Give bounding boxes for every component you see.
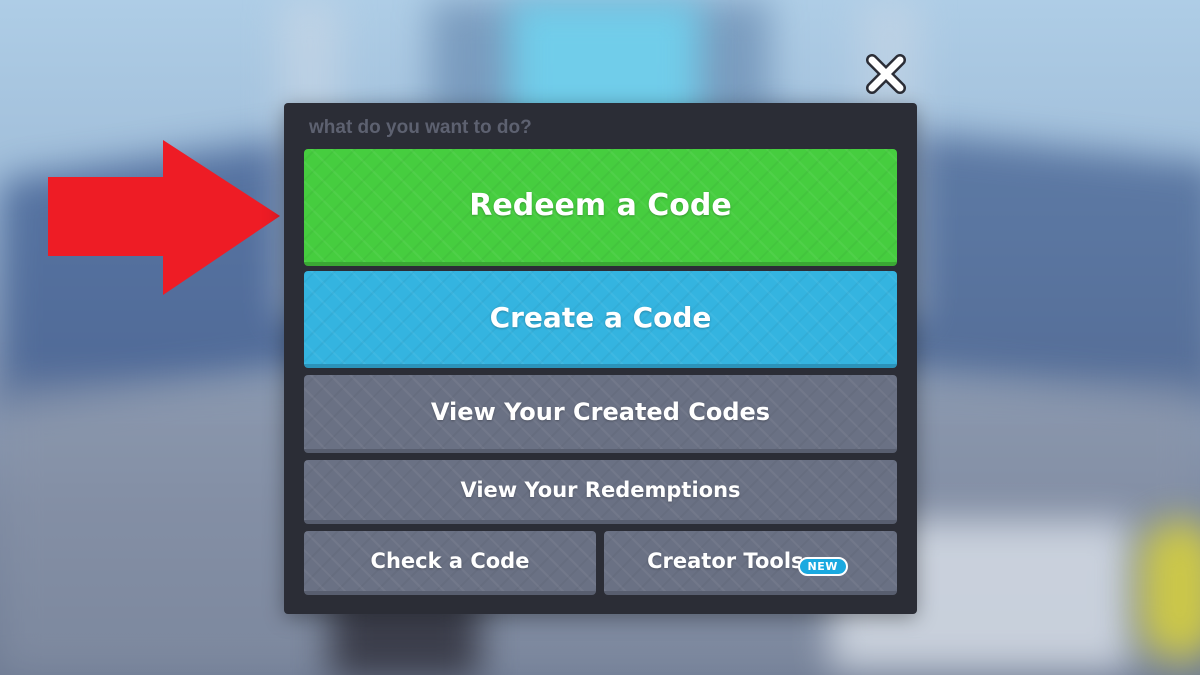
- close-icon: [866, 54, 906, 94]
- menu-prompt: what do you want to do?: [309, 117, 532, 138]
- code-menu-panel: what do you want to do? Redeem a Code Cr…: [284, 103, 917, 614]
- redeem-code-label: Redeem a Code: [469, 188, 732, 223]
- check-code-button[interactable]: Check a Code: [304, 531, 596, 595]
- close-button[interactable]: [862, 50, 910, 98]
- view-created-codes-button[interactable]: View Your Created Codes: [304, 375, 897, 453]
- check-code-label: Check a Code: [370, 549, 530, 573]
- creator-tools-label: Creator Tools: [647, 549, 804, 573]
- create-code-label: Create a Code: [489, 301, 712, 334]
- view-created-codes-label: View Your Created Codes: [430, 398, 771, 426]
- view-redemptions-label: View Your Redemptions: [460, 478, 741, 502]
- create-code-button[interactable]: Create a Code: [304, 271, 897, 368]
- creator-tools-button[interactable]: Creator Tools NEW: [604, 531, 897, 595]
- background-character: [1140, 520, 1200, 660]
- new-badge: NEW: [797, 556, 848, 576]
- redeem-code-button[interactable]: Redeem a Code: [304, 149, 897, 266]
- red-arrow-icon: [48, 140, 280, 295]
- view-redemptions-button[interactable]: View Your Redemptions: [304, 460, 897, 524]
